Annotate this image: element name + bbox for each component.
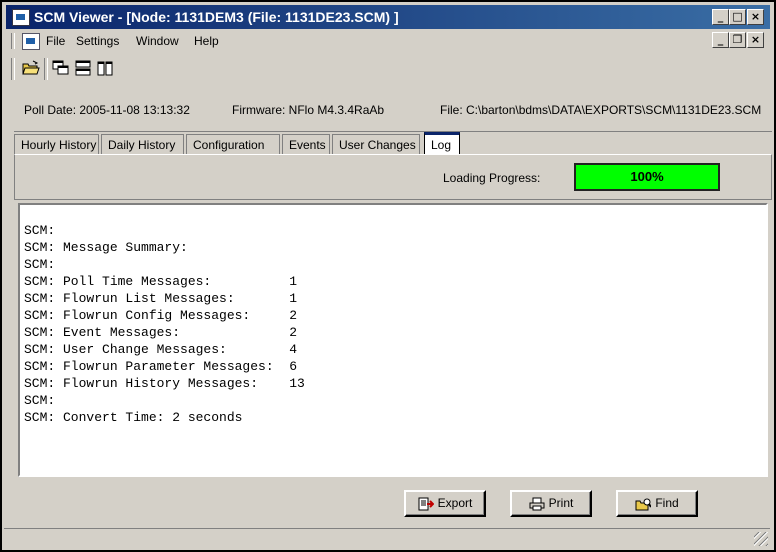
info-panel: Poll Date: 2005-11-08 13:13:32 Firmware:… — [14, 86, 772, 132]
mdi-restore-button[interactable]: ❐ — [729, 32, 746, 48]
file-path: File: C:\barton\bdms\DATA\EXPORTS\SCM\11… — [440, 103, 762, 117]
menu-help[interactable]: Help — [194, 34, 219, 48]
maximize-button[interactable]: □ — [729, 9, 746, 25]
open-folder-icon[interactable] — [22, 60, 40, 76]
log-line: SCM: Flowrun List Messages: 1 — [24, 291, 298, 306]
poll-date: Poll Date: 2005-11-08 13:13:32 — [24, 103, 190, 117]
log-line: SCM: Convert Time: 2 seconds — [24, 410, 243, 425]
log-line: SCM: Message Summary: — [24, 240, 188, 255]
mdi-minimize-button[interactable]: _ — [712, 32, 729, 48]
log-line: SCM: Flowrun History Messages: 13 — [24, 376, 305, 391]
log-line: SCM: Event Messages: 2 — [24, 325, 298, 340]
log-line: SCM: — [24, 393, 56, 408]
tab-daily-history[interactable]: Daily History — [101, 134, 184, 154]
app-icon[interactable] — [12, 9, 30, 26]
log-line: SCM: User Change Messages: 4 — [24, 342, 298, 357]
print-label: Print — [548, 496, 574, 510]
toolbar-separator — [44, 58, 48, 80]
toolbar-grip — [11, 58, 15, 80]
export-button[interactable]: Export — [404, 490, 486, 517]
cascade-icon[interactable] — [52, 60, 70, 76]
export-label: Export — [437, 496, 473, 510]
log-line: SCM: Flowrun Parameter Messages: 6 — [24, 359, 298, 374]
find-label: Find — [655, 496, 679, 510]
find-icon — [635, 498, 652, 511]
print-button[interactable]: Print — [510, 490, 592, 517]
status-bar — [4, 528, 770, 548]
progress-area: Loading Progress: 100% — [14, 154, 772, 200]
mdi-close-button[interactable]: × — [747, 32, 764, 48]
button-row: Export Print Find — [14, 480, 772, 524]
menu-settings[interactable]: Settings — [76, 34, 119, 48]
log-line: SCM: Poll Time Messages: 1 — [24, 274, 298, 289]
tile-vertical-icon[interactable] — [96, 60, 114, 76]
minimize-button[interactable]: _ — [712, 9, 729, 25]
log-text-area[interactable]: SCM: SCM: Message Summary: SCM: SCM: Pol… — [18, 203, 768, 477]
tab-configuration[interactable]: Configuration — [186, 134, 280, 154]
window-title: SCM Viewer - [Node: 1131DEM3 (File: 1131… — [34, 9, 399, 25]
find-button[interactable]: Find — [616, 490, 698, 517]
title-bar[interactable]: SCM Viewer - [Node: 1131DEM3 (File: 1131… — [6, 5, 770, 29]
application-window: SCM Viewer - [Node: 1131DEM3 (File: 1131… — [0, 0, 776, 552]
tab-user-changes[interactable]: User Changes — [332, 134, 420, 154]
firmware: Firmware: NFlo M4.3.4RaAb — [232, 103, 385, 117]
log-line: SCM: — [24, 223, 56, 238]
close-button[interactable]: × — [747, 9, 764, 25]
tab-hourly-history[interactable]: Hourly History — [14, 134, 99, 154]
log-line: SCM: Flowrun Config Messages: 2 — [24, 308, 298, 323]
menu-bar: File Settings Window Help _ ❐ × — [6, 30, 770, 52]
loading-progress-bar: 100% — [574, 163, 720, 191]
menu-window[interactable]: Window — [136, 34, 179, 48]
document-icon[interactable] — [22, 33, 40, 50]
log-line: SCM: — [24, 257, 56, 272]
resize-grip[interactable] — [754, 532, 768, 546]
export-icon — [418, 497, 434, 511]
printer-icon — [529, 497, 545, 511]
menu-file[interactable]: File — [46, 34, 65, 48]
tab-events[interactable]: Events — [282, 134, 330, 154]
tab-strip: Hourly History Daily History Configurati… — [14, 132, 772, 154]
toolbar — [6, 54, 770, 84]
loading-progress-label: Loading Progress: — [443, 171, 541, 185]
tile-horizontal-icon[interactable] — [74, 60, 92, 76]
menu-grip — [11, 33, 15, 49]
tab-log[interactable]: Log — [424, 132, 460, 154]
